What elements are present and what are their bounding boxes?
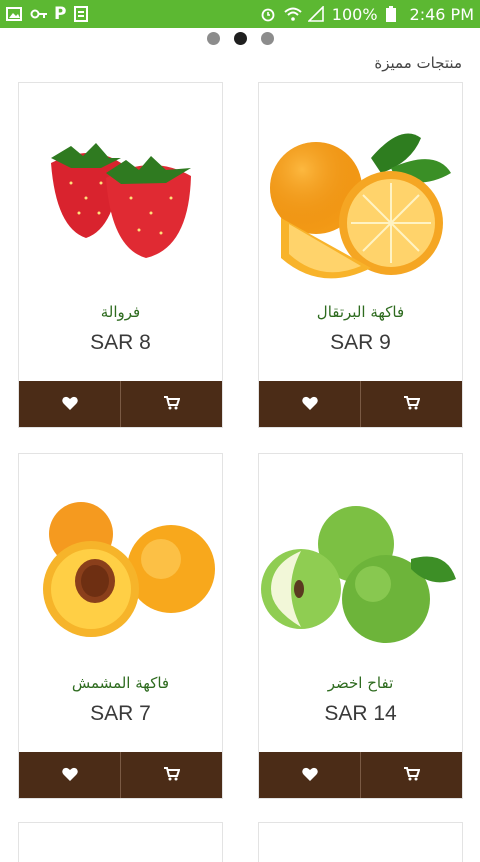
heart-icon — [61, 766, 78, 785]
cart-icon — [403, 395, 420, 414]
card-actions — [259, 381, 462, 427]
favorite-button[interactable] — [259, 381, 360, 427]
cart-icon — [403, 766, 420, 785]
product-price: SAR 9 — [330, 331, 391, 354]
status-icons-left: P — [6, 4, 90, 24]
carousel-dot-active[interactable] — [233, 32, 247, 45]
product-name: فاكهة المشمش — [71, 674, 170, 692]
cart-icon — [163, 395, 180, 414]
alarm-icon — [260, 6, 276, 22]
heart-icon — [301, 766, 318, 785]
add-to-cart-button[interactable] — [120, 752, 222, 798]
battery-level: 100% — [331, 4, 378, 24]
product-card[interactable]: فروالة SAR 8 — [18, 82, 223, 428]
carousel-dot[interactable] — [260, 32, 274, 45]
battery-icon — [385, 6, 402, 22]
product-price: SAR 8 — [90, 331, 151, 354]
add-to-cart-button[interactable] — [360, 381, 462, 427]
card-actions — [19, 381, 222, 427]
favorite-button[interactable] — [259, 752, 360, 798]
orange-image — [259, 113, 462, 293]
product-card[interactable]: فاكهة المشمش SAR 7 — [18, 453, 223, 799]
green-apple-image — [259, 484, 462, 664]
strawberry-image — [19, 113, 222, 293]
product-card-partial[interactable] — [18, 822, 223, 862]
parking-icon: P — [54, 4, 67, 24]
heart-icon — [301, 395, 318, 414]
signal-icon — [306, 5, 324, 22]
carousel-indicator — [0, 32, 480, 45]
status-bar: P 100% 2:46 PM — [0, 0, 480, 28]
favorite-button[interactable] — [19, 752, 120, 798]
product-card-partial[interactable] — [258, 822, 463, 862]
section-title: منتجات مميزة — [374, 54, 462, 72]
cart-icon — [163, 766, 180, 785]
card-actions — [259, 752, 462, 798]
product-card[interactable]: تفاح اخضر SAR 14 — [258, 453, 463, 799]
key-icon — [30, 6, 47, 22]
apricot-image — [19, 484, 222, 664]
favorite-button[interactable] — [19, 381, 120, 427]
product-name: فروالة — [100, 303, 141, 321]
heart-icon — [61, 395, 78, 414]
clock-time: 2:46 PM — [409, 4, 474, 24]
card-actions — [19, 752, 222, 798]
status-icons-right: 100% 2:46 PM — [260, 5, 474, 24]
product-price: SAR 14 — [324, 702, 397, 725]
carousel-dot[interactable] — [206, 32, 220, 45]
gallery-icon — [6, 6, 22, 22]
add-to-cart-button[interactable] — [360, 752, 462, 798]
document-icon — [74, 6, 90, 22]
product-name: تفاح اخضر — [327, 674, 394, 692]
product-name: فاكهة البرتقال — [316, 303, 405, 321]
product-price: SAR 7 — [90, 702, 151, 725]
product-card[interactable]: فاكهة البرتقال SAR 9 — [258, 82, 463, 428]
add-to-cart-button[interactable] — [120, 381, 222, 427]
wifi-icon — [284, 6, 302, 22]
